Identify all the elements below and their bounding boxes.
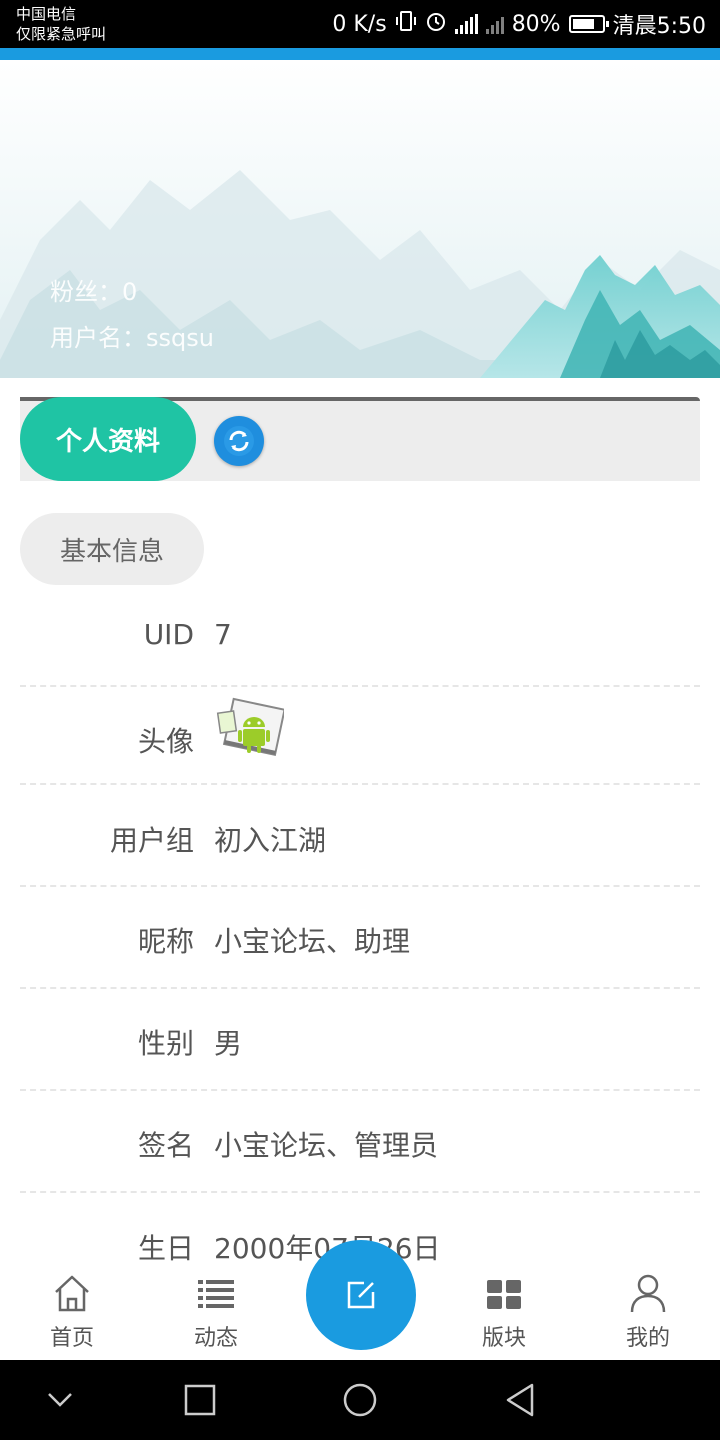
gender-label: 性别 (137, 1027, 194, 1060)
avatar-image[interactable] (216, 697, 286, 766)
nav-home[interactable]: 首页 (12, 1262, 132, 1360)
uid-label: UID (143, 618, 194, 651)
recent-icon[interactable] (180, 1380, 220, 1420)
status-bar: 中国电信 仅限紧急呼叫 0 K/s 80% 清晨5:50 (0, 0, 720, 48)
uid-value: 7 (214, 618, 232, 651)
edit-icon (347, 1281, 375, 1309)
carrier-info: 中国电信 仅限紧急呼叫 (16, 4, 106, 44)
home-circle-icon[interactable] (340, 1380, 380, 1420)
signal-icon-2 (485, 14, 504, 34)
list-icon (198, 1280, 234, 1308)
nav-boards-label: 版块 (481, 1326, 526, 1351)
header-accent-bar (0, 48, 720, 60)
new-post-button[interactable] (306, 1240, 416, 1350)
nickname-label: 昵称 (137, 925, 194, 958)
tab-personal-info[interactable]: 个人资料 (20, 397, 196, 481)
info-row-nickname: 昵称 小宝论坛、助理 (20, 887, 700, 989)
battery-icon (568, 15, 609, 33)
carrier-name: 中国电信 (16, 5, 77, 23)
vibrate-icon (395, 10, 417, 38)
profile-header: 粉丝：0 用户名：ssqsu (0, 60, 720, 378)
info-row-group: 用户组 初入江湖 (20, 785, 700, 887)
android-avatar-icon (216, 697, 286, 756)
nav-feed[interactable]: 动态 (156, 1262, 276, 1360)
grid-icon (487, 1280, 521, 1309)
signal-icon (454, 14, 478, 34)
user-icon (630, 1274, 666, 1313)
nav-boards[interactable]: 版块 (444, 1262, 564, 1360)
info-row-gender: 性别 男 (20, 989, 700, 1091)
status-icons: 0 K/s 80% 清晨5:50 (332, 9, 706, 39)
group-value: 初入江湖 (214, 824, 327, 857)
nav-mine-label: 我的 (625, 1326, 670, 1351)
nav-feed-label: 动态 (193, 1326, 238, 1351)
info-row-avatar: 头像 (20, 687, 700, 785)
birthday-label: 生日 (137, 1232, 194, 1265)
signature-value: 小宝论坛、管理员 (214, 1129, 439, 1162)
username: 用户名：ssqsu (50, 324, 214, 352)
info-row-uid: UID 7 (20, 585, 700, 687)
fans-count: 粉丝：0 (50, 278, 138, 306)
info-row-signature: 签名 小宝论坛、管理员 (20, 1091, 700, 1193)
refresh-icon (224, 426, 254, 456)
refresh-button[interactable] (214, 416, 264, 466)
section-basic-info: 基本信息 (20, 513, 204, 585)
clock: 清晨5:50 (612, 14, 706, 39)
nickname-value: 小宝论坛、助理 (214, 925, 411, 958)
group-label: 用户组 (109, 824, 194, 857)
emergency-only-text: 仅限紧急呼叫 (16, 25, 107, 43)
avatar-label: 头像 (137, 725, 194, 758)
profile-info-list: UID 7 头像 用户组 初入江湖 昵称 小宝论坛、助理 性别 男 签名 小宝论… (20, 585, 700, 1293)
back-icon[interactable] (500, 1380, 540, 1420)
signature-label: 签名 (137, 1129, 194, 1162)
nav-home-label: 首页 (49, 1326, 94, 1351)
alarm-icon (425, 10, 447, 38)
net-speed: 0 K/s (332, 11, 387, 37)
home-icon (55, 1275, 89, 1312)
system-nav-bar (0, 1360, 720, 1440)
battery-percent: 80% (511, 11, 561, 37)
gender-value: 男 (214, 1027, 243, 1060)
nav-mine[interactable]: 我的 (588, 1262, 708, 1360)
hide-icon[interactable] (40, 1380, 80, 1420)
